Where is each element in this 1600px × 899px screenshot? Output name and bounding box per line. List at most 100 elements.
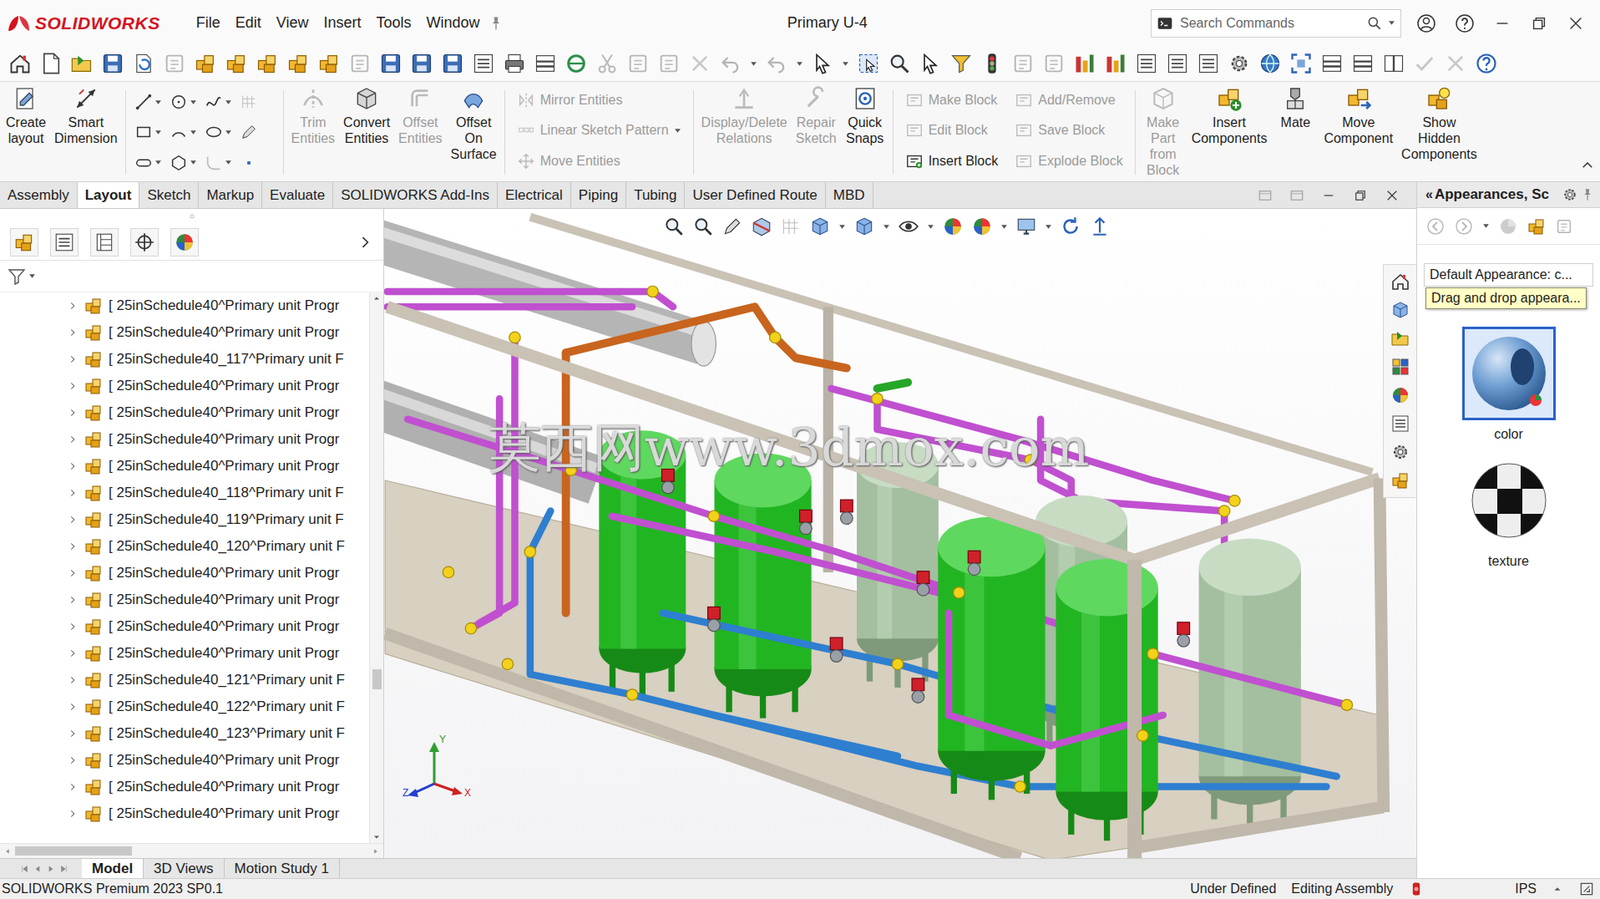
command-tab[interactable]: SOLIDWORKS Add-Ins [333, 182, 498, 208]
chev-up-icon[interactable] [1579, 157, 1595, 173]
scroll-up-icon[interactable] [371, 292, 382, 304]
list-icon[interactable] [1165, 51, 1190, 76]
panel-tab[interactable] [130, 227, 159, 257]
ribbon-button[interactable]: Offset On Surface [446, 83, 502, 182]
ball-icon[interactable] [173, 231, 196, 254]
search-box[interactable] [1150, 9, 1402, 38]
tri-r-icon[interactable] [66, 673, 79, 686]
block-icon[interactable] [1014, 121, 1033, 140]
panel-tab[interactable] [170, 227, 199, 257]
makepart-icon[interactable] [1149, 85, 1177, 112]
relations-icon[interactable] [730, 85, 758, 112]
tree-item[interactable]: [ 25inSchedule40^Primary unit Progr [0, 800, 370, 827]
asm-icon[interactable] [83, 509, 104, 530]
section-icon[interactable] [750, 215, 773, 238]
tree-item-label[interactable]: [ 25inSchedule40_121^Primary unit F [108, 671, 345, 689]
ribbon-button[interactable]: Insert Components [1187, 83, 1272, 182]
asm-icon[interactable] [83, 643, 104, 664]
list-icon[interactable] [53, 231, 76, 254]
trim-icon[interactable] [299, 85, 327, 112]
tri-r-icon[interactable] [66, 807, 79, 820]
block-icon[interactable] [905, 91, 924, 110]
cube-icon[interactable] [853, 215, 876, 238]
pencil-icon[interactable] [721, 215, 744, 238]
layout-icon[interactable] [12, 85, 40, 112]
checker-sphere-icon[interactable] [1468, 460, 1550, 541]
ribbon-small-button[interactable]: Explode Block [1014, 151, 1123, 171]
dropdown-arrow-icon[interactable] [189, 128, 198, 137]
ribbon-button[interactable]: Make Part from Block [1139, 83, 1188, 182]
tree-item[interactable]: [ 25inSchedule40^Primary unit Progr [0, 639, 370, 667]
sk-circle-icon[interactable] [169, 92, 188, 112]
dropdown-arrow-icon[interactable] [28, 272, 36, 280]
tree-item-label[interactable]: [ 25inSchedule40_119^Primary unit F [108, 511, 345, 528]
ribbon-small-label[interactable]: Move Entities [540, 153, 621, 169]
dropdown-arrow-icon[interactable] [224, 158, 233, 167]
magnify-icon[interactable] [887, 51, 912, 76]
fit-icon[interactable] [1289, 51, 1313, 76]
ribbon-button[interactable]: Offset Entities [394, 83, 446, 182]
asm-icon[interactable] [83, 402, 104, 423]
convert-icon[interactable] [353, 85, 380, 112]
command-tab[interactable]: Tubing [626, 182, 685, 208]
ribbon-small-button[interactable]: Make Block [905, 91, 999, 110]
ball-icon[interactable] [971, 215, 993, 238]
menu-item[interactable]: View [268, 9, 317, 37]
offset-icon[interactable] [406, 85, 434, 112]
ribbon-button-label[interactable]: Show Hidden Components [1401, 114, 1478, 163]
tree-item-label[interactable]: [ 25inSchedule40^Primary unit Progr [108, 805, 340, 822]
funnel-g-icon[interactable] [6, 266, 27, 287]
tri-r-icon[interactable] [66, 326, 79, 339]
ball-g-icon[interactable] [1498, 216, 1519, 237]
dropdown-arrow-icon[interactable] [749, 60, 758, 68]
command-tab[interactable]: Assembly [0, 182, 78, 208]
dropdown-arrow-icon[interactable] [1000, 222, 1008, 231]
search-icon[interactable] [1366, 15, 1383, 32]
dropdown-arrow-icon[interactable] [154, 98, 163, 107]
tri-r-icon[interactable] [66, 727, 79, 740]
ribbon-small-label[interactable]: Edit Block [928, 122, 988, 138]
ribbon-small-label[interactable]: Add/Remove [1037, 92, 1116, 108]
dropdown-arrow-icon[interactable] [673, 126, 682, 135]
tree-item[interactable]: [ 25inSchedule40^Primary unit Progr [0, 318, 370, 346]
tree-item[interactable]: [ 25inSchedule40_121^Primary unit F [0, 666, 370, 694]
monitor-icon[interactable] [1015, 215, 1038, 238]
sk-slot-icon[interactable] [134, 153, 153, 173]
snaps-icon[interactable] [851, 85, 879, 112]
ribbon-small-label[interactable]: Explode Block [1037, 153, 1123, 169]
asm-icon[interactable] [286, 51, 310, 76]
tree-item[interactable]: [ 25inSchedule40^Primary unit Progr [0, 746, 370, 774]
tree-item[interactable]: [ 25inSchedule40^Primary unit Progr [0, 399, 370, 426]
asm-icon[interactable] [83, 562, 104, 583]
ball-icon[interactable] [1390, 384, 1411, 406]
newdoc-icon[interactable] [39, 51, 63, 76]
appearance-folder[interactable]: Default Appearance: c... [1423, 263, 1594, 287]
dropdown-arrow-icon[interactable] [189, 98, 198, 107]
sketch-tool[interactable] [134, 149, 170, 177]
cube-icon[interactable] [1390, 299, 1411, 320]
gear-icon[interactable] [1390, 441, 1411, 462]
tree-item-label[interactable]: [ 25inSchedule40^Primary unit Progr [108, 404, 340, 421]
restore-icon[interactable] [1352, 187, 1368, 203]
command-tab[interactable]: User Defined Route [684, 182, 826, 208]
list-icon[interactable] [1196, 51, 1221, 76]
blue-sphere-icon[interactable] [1468, 333, 1550, 414]
panel-tab[interactable] [10, 227, 39, 257]
ribbon-collapse[interactable] [1579, 157, 1595, 177]
tree-item-label[interactable]: [ 25inSchedule40^Primary unit Progr [108, 457, 340, 475]
tri-r-icon[interactable] [66, 460, 79, 472]
asm-icon[interactable] [317, 51, 341, 76]
custom-icon[interactable] [1578, 880, 1595, 897]
swatch-thumbnail[interactable] [1462, 326, 1556, 421]
asm-icon[interactable] [83, 349, 104, 370]
command-tab[interactable]: Layout [77, 182, 141, 208]
command-tab[interactable]: MBD [825, 182, 874, 208]
ribbon-button-label[interactable]: Offset Entities [398, 114, 442, 147]
menu-item[interactable]: File [188, 9, 228, 37]
sk-arc-icon[interactable] [169, 122, 188, 142]
unit-system[interactable]: IPS [1514, 881, 1537, 897]
grey-icon[interactable] [657, 51, 681, 76]
ribbon-button[interactable]: Smart Dimension [50, 83, 122, 182]
asm-icon[interactable] [83, 429, 104, 450]
config-icon[interactable] [93, 231, 116, 254]
